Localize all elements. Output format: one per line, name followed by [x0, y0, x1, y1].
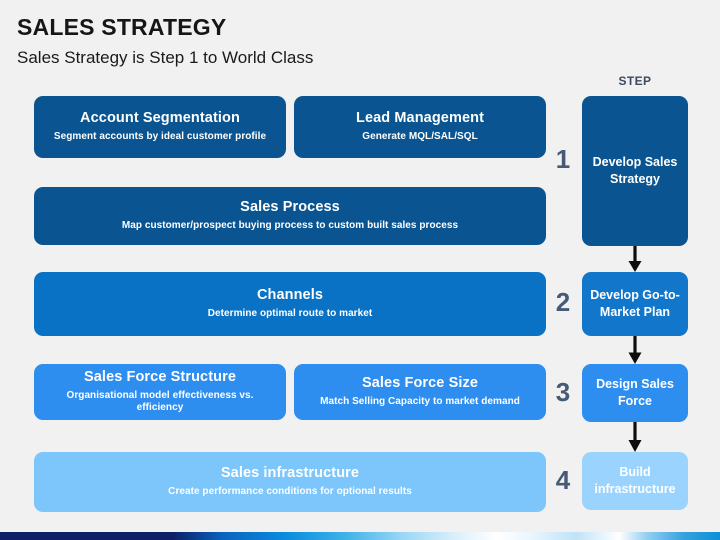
page-title: SALES STRATEGY [17, 14, 227, 40]
step-box-build-infrastructure[interactable]: Build infrastructure [582, 452, 688, 510]
content-box-lead-management[interactable]: Lead Management Generate MQL/SAL/SQL [294, 96, 546, 158]
content-box-subtitle: Organisational model effectiveness vs. e… [66, 389, 254, 414]
content-box-sales-process[interactable]: Sales Process Map customer/prospect buyi… [34, 187, 546, 245]
arrow-down-icon [628, 422, 642, 452]
step-box-design-sales-force[interactable]: Design Sales Force [582, 364, 688, 422]
step-number-3: 3 [555, 377, 571, 407]
content-box-sales-force-structure[interactable]: Sales Force Structure Organisational mod… [34, 364, 286, 420]
page-subtitle: Sales Strategy is Step 1 to World Class [17, 48, 314, 67]
arrow-down-icon [628, 246, 642, 272]
step-column-header: STEP [618, 74, 652, 88]
step-number-1: 1 [555, 144, 571, 174]
content-box-title: Sales Process [240, 199, 340, 216]
step-number-2: 2 [555, 287, 571, 317]
content-box-subtitle: Segment accounts by ideal customer profi… [53, 131, 267, 143]
step-number-4: 4 [555, 465, 571, 495]
content-box-title: Sales infrastructure [220, 465, 360, 482]
slide-canvas: SALES STRATEGY Sales Strategy is Step 1 … [0, 0, 720, 540]
step-box-develop-sales-strategy[interactable]: Develop Sales Strategy [582, 96, 688, 246]
content-box-title: Sales Force Size [361, 375, 479, 392]
content-box-title: Channels [256, 287, 324, 304]
step-box-develop-go-to-market-plan[interactable]: Develop Go-to-Market Plan [582, 272, 688, 336]
content-box-title: Account Segmentation [80, 110, 240, 127]
content-box-title: Sales Force Structure [84, 369, 236, 386]
content-box-account-segmentation[interactable]: Account Segmentation Segment accounts by… [34, 96, 286, 158]
content-box-sales-force-size[interactable]: Sales Force Size Match Selling Capacity … [294, 364, 546, 420]
content-box-subtitle: Generate MQL/SAL/SQL [362, 131, 478, 143]
content-box-sales-infrastructure[interactable]: Sales infrastructure Create performance … [34, 452, 546, 512]
content-box-subtitle: Map customer/prospect buying process to … [121, 220, 459, 232]
content-box-subtitle: Determine optimal route to market [207, 308, 373, 320]
bottom-accent-strip [0, 532, 720, 540]
content-box-subtitle: Match Selling Capacity to market demand [320, 396, 520, 408]
content-box-channels[interactable]: Channels Determine optimal route to mark… [34, 272, 546, 336]
content-box-subtitle: Create performance conditions for option… [168, 486, 412, 498]
content-box-title: Lead Management [356, 110, 484, 127]
arrow-down-icon [628, 336, 642, 364]
